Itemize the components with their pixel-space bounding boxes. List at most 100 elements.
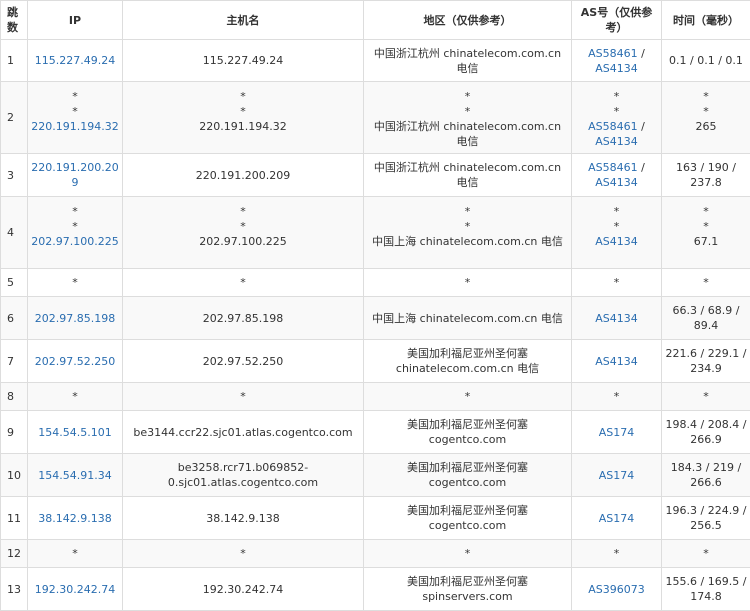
as-cell: AS396073 xyxy=(572,568,662,611)
host-cell: 202.97.52.250 xyxy=(123,340,364,383)
time-text: 265 xyxy=(665,119,747,134)
time-text: * xyxy=(665,204,747,219)
host-text: 115.227.49.24 xyxy=(126,53,360,68)
as-links: AS396073 xyxy=(575,582,658,597)
ip-link[interactable]: 202.97.100.225 xyxy=(31,234,119,249)
table-row: 4**202.97.100.225**202.97.100.225**中国上海 … xyxy=(1,197,750,269)
region-cell: 中国浙江杭州 chinatelecom.com.cn 电信 xyxy=(364,154,572,197)
as-link[interactable]: AS174 xyxy=(599,469,635,482)
ip-link[interactable]: 202.97.52.250 xyxy=(31,354,119,369)
table-row: 7202.97.52.250202.97.52.250美国加利福尼亚州圣何塞 c… xyxy=(1,340,750,383)
host-cell: 192.30.242.74 xyxy=(123,568,364,611)
table-header-row: 跳数 IP 主机名 地区（仅供参考） AS号（仅供参考） 时间（毫秒） xyxy=(1,1,750,40)
ip-star: * xyxy=(31,389,119,404)
host-cell: be3258.rcr71.b069852-0.sjc01.atlas.cogen… xyxy=(123,454,364,497)
region-cell: * xyxy=(364,540,572,568)
host-text: 202.97.85.198 xyxy=(126,311,360,326)
as-cell: AS174 xyxy=(572,411,662,454)
ip-cell: * xyxy=(28,383,123,411)
as-link[interactable]: AS58461 xyxy=(588,161,638,174)
as-cell: * xyxy=(572,540,662,568)
host-cell: * xyxy=(123,383,364,411)
table-row: 5***** xyxy=(1,269,750,297)
host-text: be3258.rcr71.b069852-0.sjc01.atlas.cogen… xyxy=(126,460,360,490)
ip-link[interactable]: 38.142.9.138 xyxy=(31,511,119,526)
as-star: * xyxy=(575,104,658,119)
as-link[interactable]: AS4134 xyxy=(595,235,638,248)
as-cell: * xyxy=(572,383,662,411)
as-star: * xyxy=(575,546,658,561)
as-link[interactable]: AS174 xyxy=(599,426,635,439)
ip-link[interactable]: 220.191.194.32 xyxy=(31,119,119,134)
as-link[interactable]: AS4134 xyxy=(595,355,638,368)
ip-link[interactable]: 154.54.91.34 xyxy=(31,468,119,483)
ip-star: * xyxy=(31,275,119,290)
as-cell: AS174 xyxy=(572,497,662,540)
table-row: 6202.97.85.198202.97.85.198中国上海 chinatel… xyxy=(1,297,750,340)
host-cell: 220.191.200.209 xyxy=(123,154,364,197)
table-row: 12***** xyxy=(1,540,750,568)
traceroute-table: 跳数 IP 主机名 地区（仅供参考） AS号（仅供参考） 时间（毫秒） 1115… xyxy=(0,0,750,611)
ip-link[interactable]: 115.227.49.24 xyxy=(31,53,119,68)
host-text: * xyxy=(126,219,360,234)
time-text: 198.4 / 208.4 / 266.9 xyxy=(665,417,747,447)
region-cell: 美国加利福尼亚州圣何塞 cogentco.com xyxy=(364,411,572,454)
table-body: 1115.227.49.24115.227.49.24中国浙江杭州 chinat… xyxy=(1,40,750,611)
hop-number: 5 xyxy=(1,269,28,297)
ip-link[interactable]: 220.191.200.209 xyxy=(31,160,119,190)
table-row: 1115.227.49.24115.227.49.24中国浙江杭州 chinat… xyxy=(1,40,750,82)
as-star: * xyxy=(575,389,658,404)
as-star: * xyxy=(575,275,658,290)
ip-link[interactable]: 202.97.85.198 xyxy=(31,311,119,326)
time-text: * xyxy=(665,546,747,561)
host-cell: 38.142.9.138 xyxy=(123,497,364,540)
as-star: * xyxy=(575,89,658,104)
header-host: 主机名 xyxy=(123,1,364,40)
as-link[interactable]: AS4134 xyxy=(595,62,638,75)
hop-number: 12 xyxy=(1,540,28,568)
time-text: * xyxy=(665,275,747,290)
as-link[interactable]: AS58461 xyxy=(588,47,638,60)
as-cell: * xyxy=(572,269,662,297)
as-cell: **AS4134 xyxy=(572,197,662,269)
ip-cell: **202.97.100.225 xyxy=(28,197,123,269)
as-link[interactable]: AS174 xyxy=(599,512,635,525)
as-link[interactable]: AS4134 xyxy=(595,135,638,148)
time-text: 196.3 / 224.9 / 256.5 xyxy=(665,503,747,533)
ip-star: * xyxy=(31,89,119,104)
ip-star: * xyxy=(31,204,119,219)
ip-cell: 202.97.52.250 xyxy=(28,340,123,383)
region-text: 中国浙江杭州 chinatelecom.com.cn 电信 xyxy=(367,160,568,190)
time-cell: 196.3 / 224.9 / 256.5 xyxy=(662,497,750,540)
time-cell: 66.3 / 68.9 / 89.4 xyxy=(662,297,750,340)
region-cell: 中国浙江杭州 chinatelecom.com.cn 电信 xyxy=(364,40,572,82)
ip-cell: 192.30.242.74 xyxy=(28,568,123,611)
host-text: * xyxy=(126,389,360,404)
ip-link[interactable]: 192.30.242.74 xyxy=(31,582,119,597)
region-text: 中国上海 chinatelecom.com.cn 电信 xyxy=(367,234,568,249)
region-text: * xyxy=(367,546,568,561)
region-text: 中国浙江杭州 chinatelecom.com.cn 电信 xyxy=(367,119,568,149)
as-cell: AS174 xyxy=(572,454,662,497)
ip-cell: **220.191.194.32 xyxy=(28,82,123,154)
table-row: 3220.191.200.209220.191.200.209中国浙江杭州 ch… xyxy=(1,154,750,197)
table-row: 13192.30.242.74192.30.242.74美国加利福尼亚州圣何塞 … xyxy=(1,568,750,611)
as-links: AS174 xyxy=(575,425,658,440)
ip-star: * xyxy=(31,546,119,561)
as-links: AS58461 / AS4134 xyxy=(575,119,658,149)
table-row: 1138.142.9.13838.142.9.138美国加利福尼亚州圣何塞 co… xyxy=(1,497,750,540)
region-text: 美国加利福尼亚州圣何塞 cogentco.com xyxy=(367,417,568,447)
hop-number: 3 xyxy=(1,154,28,197)
time-text: * xyxy=(665,104,747,119)
as-link[interactable]: AS396073 xyxy=(588,583,645,596)
as-link[interactable]: AS4134 xyxy=(595,176,638,189)
as-links: AS58461 / AS4134 xyxy=(575,46,658,76)
region-cell: 中国上海 chinatelecom.com.cn 电信 xyxy=(364,297,572,340)
as-link[interactable]: AS4134 xyxy=(595,312,638,325)
ip-cell: * xyxy=(28,540,123,568)
time-cell: * xyxy=(662,269,750,297)
ip-link[interactable]: 154.54.5.101 xyxy=(31,425,119,440)
table-row: 8***** xyxy=(1,383,750,411)
region-cell: 美国加利福尼亚州圣何塞 cogentco.com xyxy=(364,454,572,497)
as-link[interactable]: AS58461 xyxy=(588,120,638,133)
